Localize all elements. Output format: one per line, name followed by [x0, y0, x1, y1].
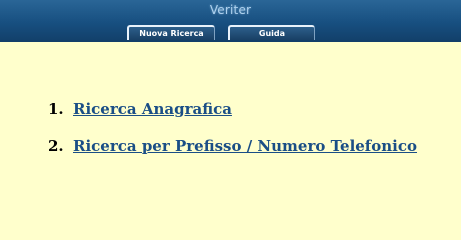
header-divider: [0, 40, 461, 42]
ricerca-prefisso-numero-link[interactable]: Ricerca per Prefisso / Numero Telefonico: [73, 137, 417, 155]
list-number: 2.: [48, 137, 64, 155]
app-logo: Veriter: [209, 3, 252, 17]
tab-nuova-ricerca[interactable]: Nuova Ricerca: [127, 25, 215, 41]
tab-guida[interactable]: Guida: [228, 25, 315, 41]
list-number: 1.: [48, 100, 64, 118]
ricerca-anagrafica-link[interactable]: Ricerca Anagrafica: [73, 100, 232, 118]
header-bar: Veriter Nuova Ricerca Guida: [0, 0, 461, 42]
